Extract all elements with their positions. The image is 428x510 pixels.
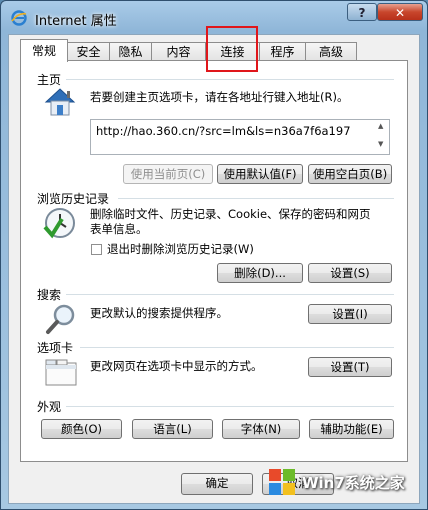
url-scroll-arrows[interactable]: ▲ ▼ [378,122,387,149]
highlight-box [206,26,258,72]
fonts-button[interactable]: 字体(N) [222,419,300,439]
delete-history-button[interactable]: 删除(D)... [217,263,303,283]
windows-logo-icon [269,469,295,495]
close-button[interactable]: ✕ [377,3,423,21]
delete-on-exit-checkbox[interactable] [91,244,102,255]
tab-privacy[interactable]: 隐私 [109,42,152,61]
appearance-section-divider [66,406,394,407]
languages-button[interactable]: 语言(L) [132,419,213,439]
ok-button[interactable]: 确定 [181,473,253,495]
tab-advanced[interactable]: 高级 [305,42,357,61]
internet-explorer-icon [11,10,27,26]
history-settings-button[interactable]: 设置(S) [308,263,392,283]
tab-content[interactable]: 内容 [151,42,206,61]
watermark-text: Win7系统之家 [302,474,405,492]
tab-general[interactable]: 常规 [20,39,68,62]
use-blank-button[interactable]: 使用空白页(B) [308,164,392,184]
history-description-line1: 删除临时文件、历史记录、Cookie、保存的密码和网页 [90,207,371,221]
help-button[interactable]: ? [347,3,377,21]
search-section-divider [66,294,394,295]
tabs-settings-button[interactable]: 设置(T) [308,357,392,377]
home-page-url-text: http://hao.360.cn/?src=lm&ls=n36a7f6a197 [96,124,351,138]
magnifier-icon [46,304,75,334]
home-icon [44,88,76,116]
tabs-section-divider [80,347,394,348]
watermark-logo: Win7系统之家 [262,462,424,504]
home-description: 若要创建主页选项卡，请在各地址行键入地址(R)。 [90,90,349,104]
history-section-divider [118,198,394,199]
use-current-button[interactable]: 使用当前页(C) [123,164,213,184]
tabs-section-title: 选项卡 [37,341,74,355]
search-section-title: 搜索 [37,288,62,302]
use-default-button[interactable]: 使用默认值(F) [217,164,303,184]
colors-button[interactable]: 颜色(O) [41,419,122,439]
tabs-icon [45,359,77,386]
appearance-section-title: 外观 [37,400,62,414]
home-page-url-textarea[interactable]: http://hao.360.cn/?src=lm&ls=n36a7f6a197… [90,119,390,155]
tabs-description: 更改网页在选项卡中显示的方式。 [90,359,263,373]
tab-security[interactable]: 安全 [67,42,110,61]
search-description: 更改默认的搜索提供程序。 [90,306,228,320]
history-clock-icon [43,208,75,239]
window-title: Internet 属性 [35,14,117,29]
search-settings-button[interactable]: 设置(I) [308,304,392,324]
delete-on-exit-label[interactable]: 退出时删除浏览历史记录(W) [107,242,254,257]
tab-programs[interactable]: 程序 [259,42,306,61]
home-section-divider [66,79,394,80]
accessibility-button[interactable]: 辅助功能(E) [309,419,394,439]
history-description-line2: 表单信息。 [90,222,148,236]
